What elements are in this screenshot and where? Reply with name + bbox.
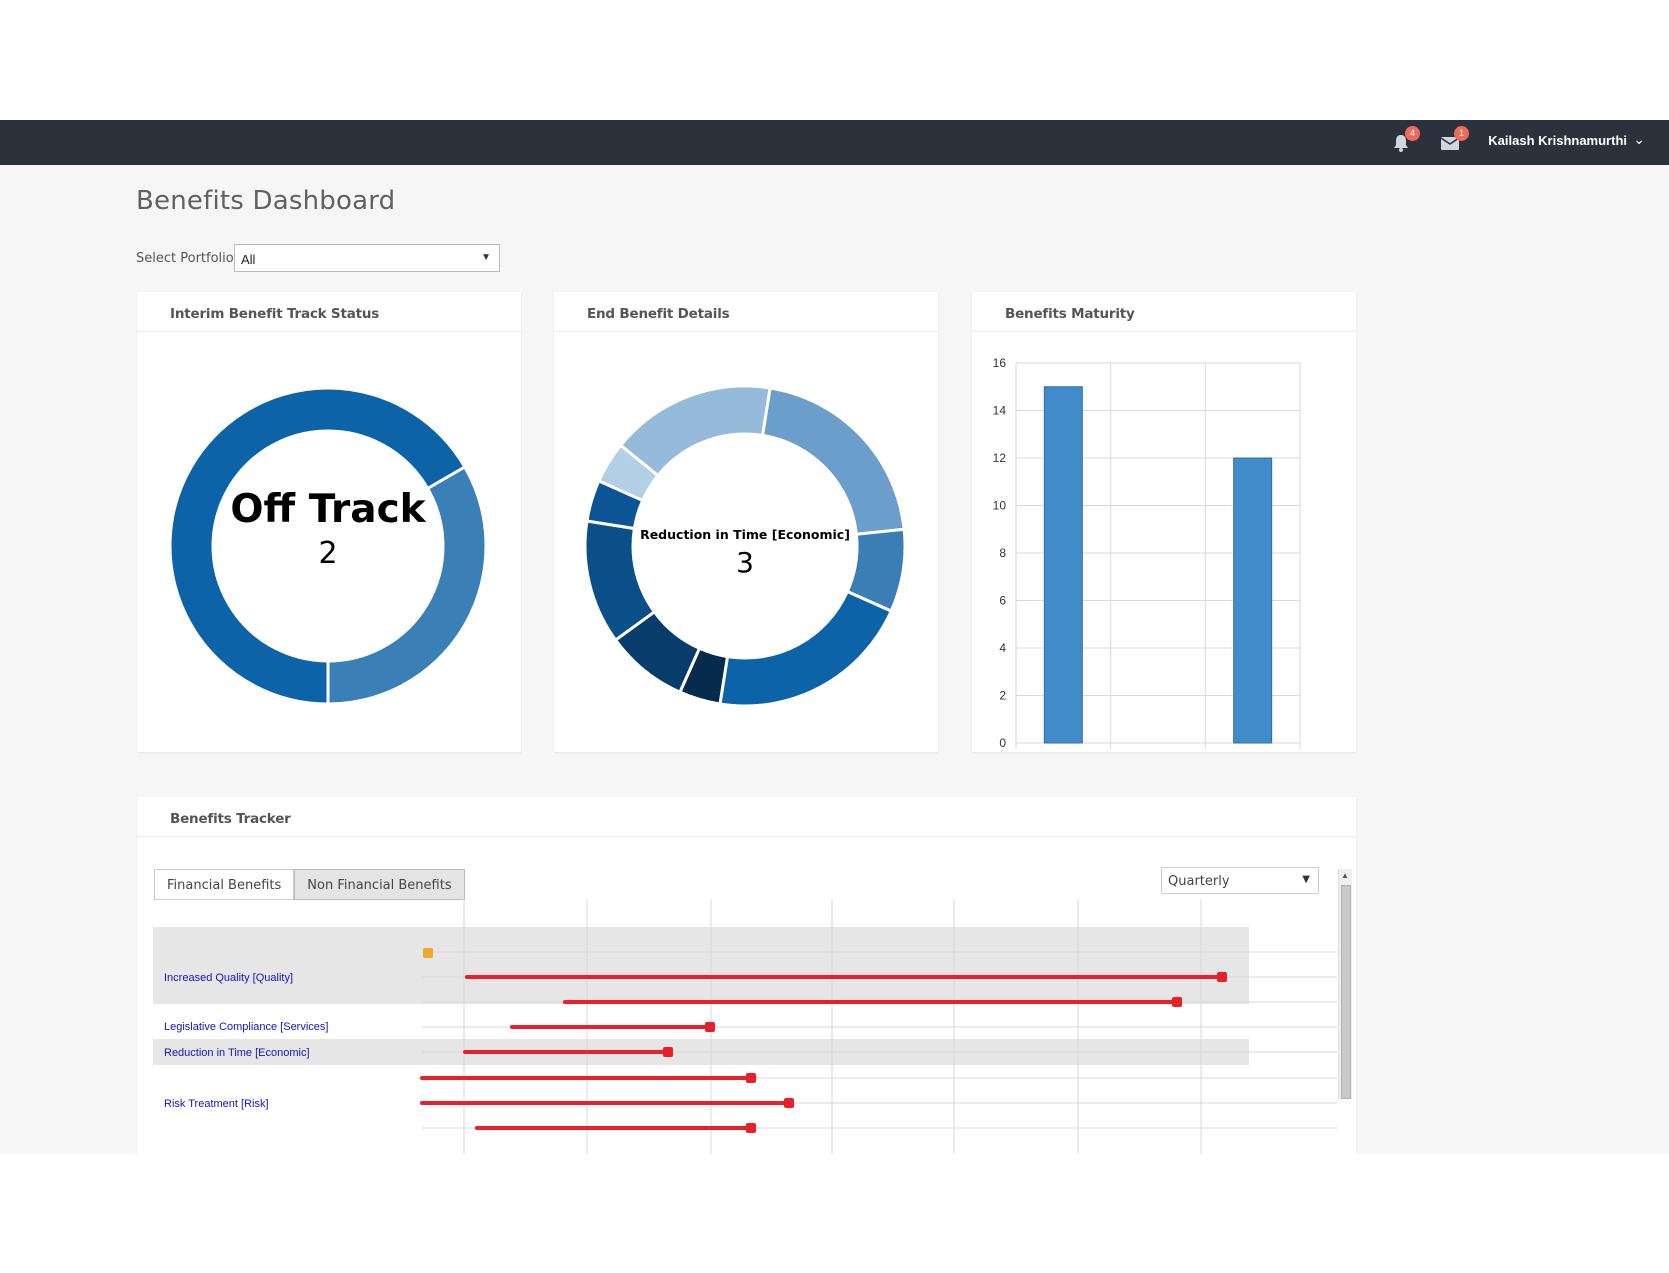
chevron-down-icon[interactable]: ⌄ (1633, 131, 1645, 148)
interim-donut-chart: Off Track 2 (168, 386, 488, 706)
interim-center-label: Off Track (230, 487, 426, 532)
gantt-row-label-reduction-in-time[interactable]: Reduction in Time [Economic] (164, 1047, 310, 1059)
gantt-row-bands (153, 927, 1249, 1065)
y-tick-label: 4 (999, 641, 1006, 655)
y-tick-label: 2 (999, 689, 1006, 703)
gantt-bar-end-marker[interactable] (746, 1073, 756, 1083)
portfolio-select-value: All (241, 252, 256, 267)
messages-button[interactable]: 1 (1439, 126, 1469, 154)
gantt-bar-end-marker[interactable] (746, 1123, 756, 1133)
y-tick-label: 14 (993, 404, 1007, 418)
y-tick-label: 12 (993, 451, 1007, 465)
gantt-bar-end-marker[interactable] (1172, 997, 1182, 1007)
maturity-bar-chart: 0246810121416ObservableMeasurableQuantif… (993, 356, 1301, 750)
tracker-gantt-chart (153, 899, 1337, 1154)
end-center-value: 3 (736, 546, 754, 579)
y-tick-label: 10 (993, 499, 1007, 513)
bar-observable[interactable] (1043, 386, 1083, 744)
interim-center-value: 2 (318, 536, 337, 571)
y-tick-label: 0 (999, 736, 1006, 750)
y-tick-label: 6 (999, 594, 1006, 608)
end-benefit-donut-slice[interactable] (718, 589, 894, 708)
app-window: 4 1 Kailash Krishnamurthi ⌄ Benefits Das… (0, 120, 1669, 1154)
portfolio-label: Select Portfolio- (136, 251, 239, 266)
benefits-tracker-card: Benefits Tracker Financial Benefits Non … (137, 797, 1356, 1154)
notifications-button[interactable]: 4 (1390, 126, 1420, 154)
end-benefit-donut-slice[interactable] (618, 384, 772, 478)
gantt-bar-end-marker[interactable] (705, 1022, 715, 1032)
dropdown-arrow-icon: ▼ (481, 252, 491, 263)
user-menu[interactable]: Kailash Krishnamurthi (1488, 133, 1627, 148)
gantt-bar-end-marker[interactable] (784, 1098, 794, 1108)
end-benefit-card: End Benefit Details Reduction in Time [E… (554, 292, 938, 752)
top-navbar: 4 1 Kailash Krishnamurthi ⌄ (0, 120, 1669, 165)
gantt-bar-end-marker[interactable] (1217, 972, 1227, 982)
scroll-up-arrow-icon[interactable]: ▲ (1341, 871, 1349, 880)
page-title: Benefits Dashboard (136, 186, 396, 216)
bar-chart-bars (1043, 386, 1273, 744)
tracker-scrollbar[interactable]: ▲ (1338, 869, 1352, 1099)
gantt-bar-end-marker[interactable] (663, 1047, 673, 1057)
end-benefit-donut-slice[interactable] (760, 386, 906, 536)
end-center-label: Reduction in Time [Economic] (640, 527, 850, 542)
gantt-row-label-legislative-compliance[interactable]: Legislative Compliance [Services] (164, 1021, 328, 1033)
gantt-row-band (153, 927, 1249, 1004)
gantt-milestone-marker[interactable] (423, 948, 433, 958)
scrollbar-thumb[interactable] (1341, 885, 1351, 1099)
gantt-row-label-risk-treatment[interactable]: Risk Treatment [Risk] (164, 1098, 269, 1110)
portfolio-select[interactable]: All ▼ (234, 244, 500, 272)
notifications-badge: 4 (1405, 126, 1420, 141)
end-benefit-donut-chart: Reduction in Time [Economic] 3 (583, 384, 907, 708)
y-tick-label: 8 (999, 546, 1006, 560)
gantt-row-label-increased-quality[interactable]: Increased Quality [Quality] (164, 972, 293, 984)
bar-quantifiable[interactable] (1233, 457, 1273, 744)
interim-benefit-card: Interim Benefit Track Status Off Track 2 (137, 292, 521, 752)
messages-badge: 1 (1454, 126, 1469, 141)
y-tick-label: 16 (993, 356, 1007, 370)
benefits-maturity-card: Benefits Maturity 0246810121416Observabl… (972, 292, 1356, 752)
